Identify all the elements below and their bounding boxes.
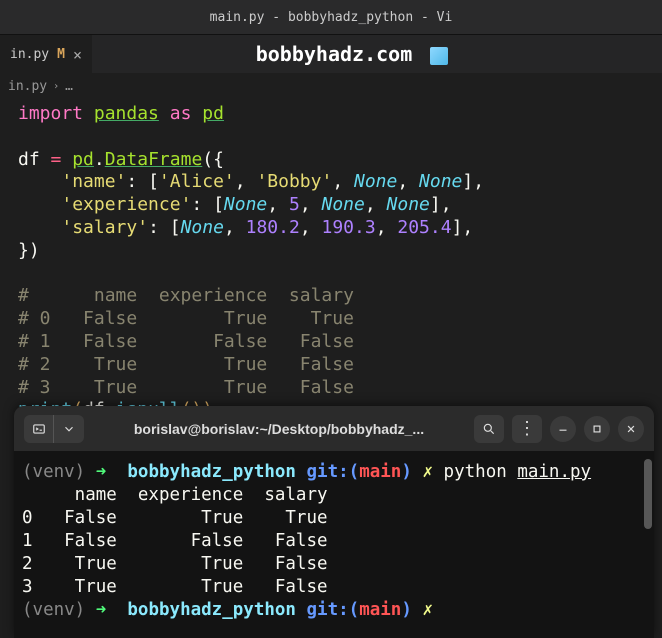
breadcrumb-more: … (65, 79, 73, 94)
tab-bar: in.py M × bobbyhadz.com (0, 35, 662, 73)
minimize-icon (556, 422, 570, 436)
menu-button[interactable]: ⋮ (512, 415, 542, 443)
key-name: 'name' (61, 171, 126, 192)
close-icon[interactable]: × (73, 46, 82, 64)
kw-as: as (170, 103, 192, 124)
output-line: 2 True True False (22, 554, 328, 574)
cube-icon (430, 47, 448, 65)
terminal-title: borislav@borislav:~/Desktop/bobbyhadz_..… (92, 421, 466, 437)
cmd-file: main.py (517, 462, 591, 482)
minimize-button[interactable] (550, 416, 576, 442)
terminal-icon (32, 422, 46, 436)
key-salary: 'salary' (61, 217, 148, 238)
new-tab-group (24, 415, 84, 443)
key-experience: 'experience' (61, 194, 191, 215)
ref-pd: pd (72, 149, 94, 170)
terminal-panel: borislav@borislav:~/Desktop/bobbyhadz_..… (14, 406, 654, 638)
comment-line: # name experience salary (18, 285, 354, 306)
search-button[interactable] (474, 415, 504, 443)
alias-pd: pd (202, 103, 224, 124)
breadcrumb-file: in.py (8, 79, 47, 94)
prompt-venv: (venv) (22, 600, 85, 620)
editor-tab[interactable]: in.py M × (0, 35, 92, 73)
chevron-down-icon (62, 422, 76, 436)
tab-filename: in.py (10, 47, 49, 62)
maximize-button[interactable] (584, 416, 610, 442)
maximize-icon (590, 422, 604, 436)
close-button[interactable] (618, 416, 644, 442)
window-title: main.py - bobbyhadz_python - Vi (210, 10, 453, 25)
prompt-venv: (venv) (22, 462, 85, 482)
prompt-git: git:( (307, 462, 360, 482)
search-icon (482, 422, 496, 436)
op-eq: = (51, 149, 62, 170)
breadcrumb[interactable]: in.py › … (0, 73, 662, 99)
chevron-right-icon: › (53, 81, 59, 92)
cls-dataframe: DataFrame (105, 149, 203, 170)
prompt-arrow: ➜ (96, 600, 107, 620)
comment-line: # 0 False True True (18, 308, 354, 329)
cmd-python: python (444, 462, 507, 482)
prompt-dirty: ✗ (422, 600, 433, 620)
banner-text: bobbyhadz.com (256, 42, 413, 66)
scrollbar[interactable] (644, 459, 652, 529)
close-icon (624, 422, 638, 436)
output-line: 0 False True True (22, 508, 328, 528)
var-df: df (18, 149, 40, 170)
comment-line: # 1 False False False (18, 331, 354, 352)
prompt-dirty: ✗ (422, 462, 433, 482)
terminal-body[interactable]: (venv) ➜ bobbyhadz_python git:(main) ✗ p… (14, 451, 654, 638)
prompt-branch: main (359, 462, 401, 482)
terminal-header: borislav@borislav:~/Desktop/bobbyhadz_..… (14, 406, 654, 451)
prompt-git: git:( (307, 600, 360, 620)
prompt-arrow: ➜ (96, 462, 107, 482)
prompt-branch: main (359, 600, 401, 620)
mod-pandas: pandas (94, 103, 159, 124)
code-editor[interactable]: import pandas as pd df = pd.DataFrame({ … (0, 99, 662, 426)
output-line: 1 False False False (22, 531, 328, 551)
comment-line: # 2 True True False (18, 354, 354, 375)
prompt-dir: bobbyhadz_python (127, 462, 296, 482)
kw-import: import (18, 103, 83, 124)
comment-line: # 3 True True False (18, 377, 354, 398)
output-line: name experience salary (22, 485, 328, 505)
new-tab-dropdown[interactable] (54, 415, 84, 443)
prompt-dir: bobbyhadz_python (127, 600, 296, 620)
window-title-bar: main.py - bobbyhadz_python - Vi (0, 0, 662, 35)
banner: bobbyhadz.com (92, 42, 662, 66)
output-line: 3 True True False (22, 577, 328, 597)
new-tab-button[interactable] (24, 415, 54, 443)
tab-modified-badge: M (57, 47, 65, 62)
